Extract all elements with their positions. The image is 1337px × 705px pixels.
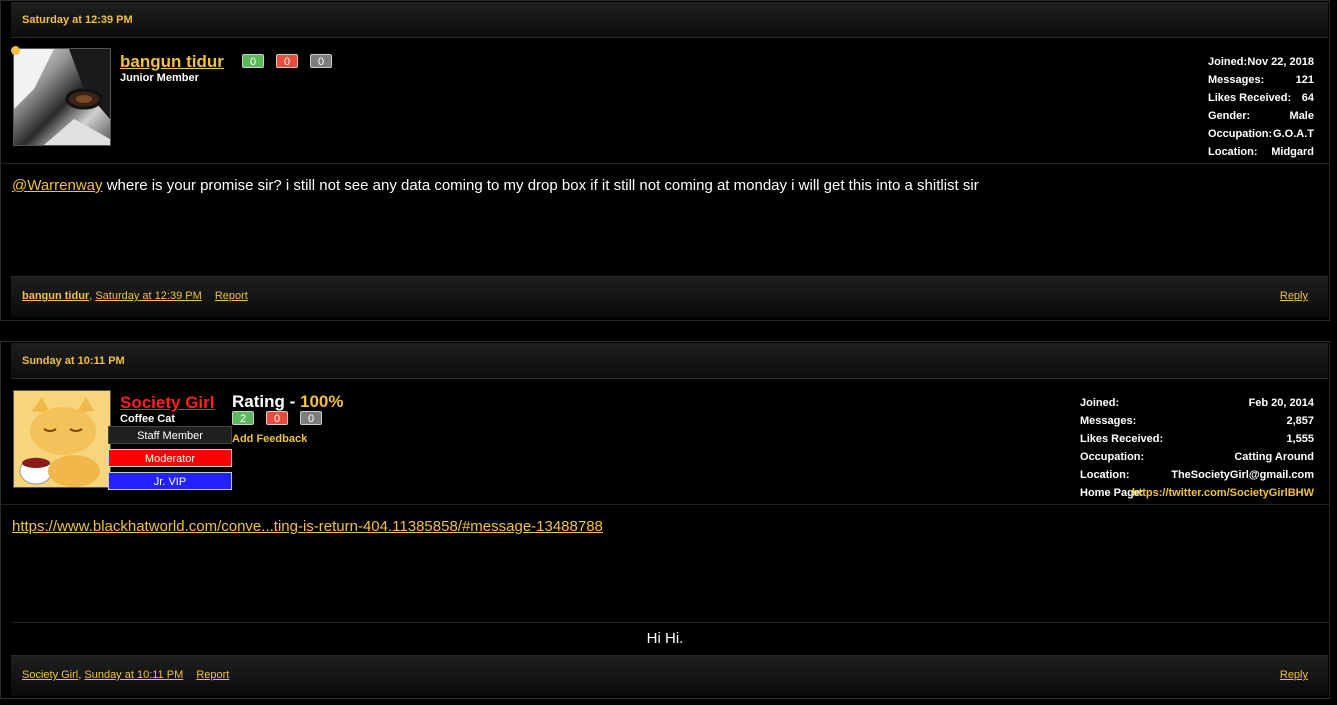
avatar[interactable] bbox=[13, 390, 111, 488]
negative-feedback-count[interactable]: 0 bbox=[276, 54, 298, 68]
post-meta: Society Girl, Sunday at 10:11 PM Report bbox=[22, 669, 230, 681]
post-footer: bangun tidur, Saturday at 12:39 PM Repor… bbox=[11, 276, 1328, 317]
report-link[interactable]: Report bbox=[196, 669, 229, 681]
post-footer: Society Girl, Sunday at 10:11 PM Report … bbox=[11, 655, 1328, 696]
footer-date-link[interactable]: Sunday at 10:11 PM bbox=[84, 669, 183, 681]
signature-divider bbox=[11, 622, 1329, 623]
positive-feedback-count[interactable]: 2 bbox=[232, 411, 254, 425]
post-meta: bangun tidur, Saturday at 12:39 PM Repor… bbox=[22, 290, 248, 302]
moderator-badge: Moderator bbox=[108, 449, 232, 467]
thread-link[interactable]: https://www.blackhatworld.com/conve...ti… bbox=[12, 518, 603, 535]
positive-feedback-count[interactable]: 0 bbox=[242, 54, 264, 68]
post: Sunday at 10:11 PM Society Girl Coffee C… bbox=[0, 341, 1330, 699]
username-link[interactable]: Society Girl bbox=[120, 393, 214, 413]
footer-username-link[interactable]: Society Girl bbox=[22, 669, 78, 681]
post-date: Saturday at 12:39 PM bbox=[22, 14, 133, 26]
home-page-link[interactable]: https://twitter.com/SocietyGirlBHW bbox=[1132, 487, 1314, 499]
negative-feedback-count[interactable]: 0 bbox=[266, 411, 288, 425]
message-text: where is your promise sir? i still not s… bbox=[106, 177, 979, 194]
avatar-image bbox=[14, 49, 110, 145]
add-feedback-link[interactable]: Add Feedback bbox=[232, 433, 307, 445]
avatar-image bbox=[14, 391, 110, 487]
signature: Hi Hi. bbox=[646, 630, 684, 647]
post: Saturday at 12:39 PM bangun tidur Junior… bbox=[0, 0, 1330, 321]
vip-badge: Jr. VIP bbox=[108, 472, 232, 490]
neutral-feedback-count[interactable]: 0 bbox=[300, 411, 322, 425]
staff-member-badge: Staff Member bbox=[108, 426, 232, 444]
neutral-feedback-count[interactable]: 0 bbox=[310, 54, 332, 68]
rating-label: Rating - bbox=[232, 392, 300, 411]
avatar[interactable] bbox=[13, 48, 111, 146]
report-link[interactable]: Report bbox=[215, 290, 248, 302]
post-message: https://www.blackhatworld.com/conve...ti… bbox=[12, 518, 603, 535]
user-stats: Joined: Nov 22, 2018 Messages: 121 Likes R… bbox=[1208, 56, 1314, 158]
user-title: Coffee Cat bbox=[120, 413, 176, 425]
footer-username-link[interactable]: bangun tidur bbox=[22, 290, 89, 302]
footer-date-link[interactable]: Saturday at 12:39 PM bbox=[95, 290, 201, 302]
user-title: Junior Member bbox=[120, 72, 199, 84]
post-message: @Warrenway where is your promise sir? i … bbox=[12, 177, 979, 194]
rating-value: 100% bbox=[300, 392, 344, 411]
mention-link[interactable]: @Warrenway bbox=[12, 177, 103, 194]
divider bbox=[1, 504, 1329, 505]
online-status-indicator bbox=[11, 46, 20, 55]
reply-link[interactable]: Reply bbox=[1280, 290, 1308, 302]
post-header: Sunday at 10:11 PM bbox=[11, 343, 1328, 379]
rating: Rating - 100% bbox=[232, 392, 343, 412]
divider bbox=[1, 163, 1329, 164]
user-stats: Joined: Feb 20, 2014 Messages: 2,857 Likes… bbox=[1080, 397, 1314, 499]
post-header: Saturday at 12:39 PM bbox=[11, 2, 1328, 38]
reply-link[interactable]: Reply bbox=[1280, 669, 1308, 681]
username-link[interactable]: bangun tidur bbox=[120, 52, 224, 72]
post-date: Sunday at 10:11 PM bbox=[22, 355, 125, 367]
